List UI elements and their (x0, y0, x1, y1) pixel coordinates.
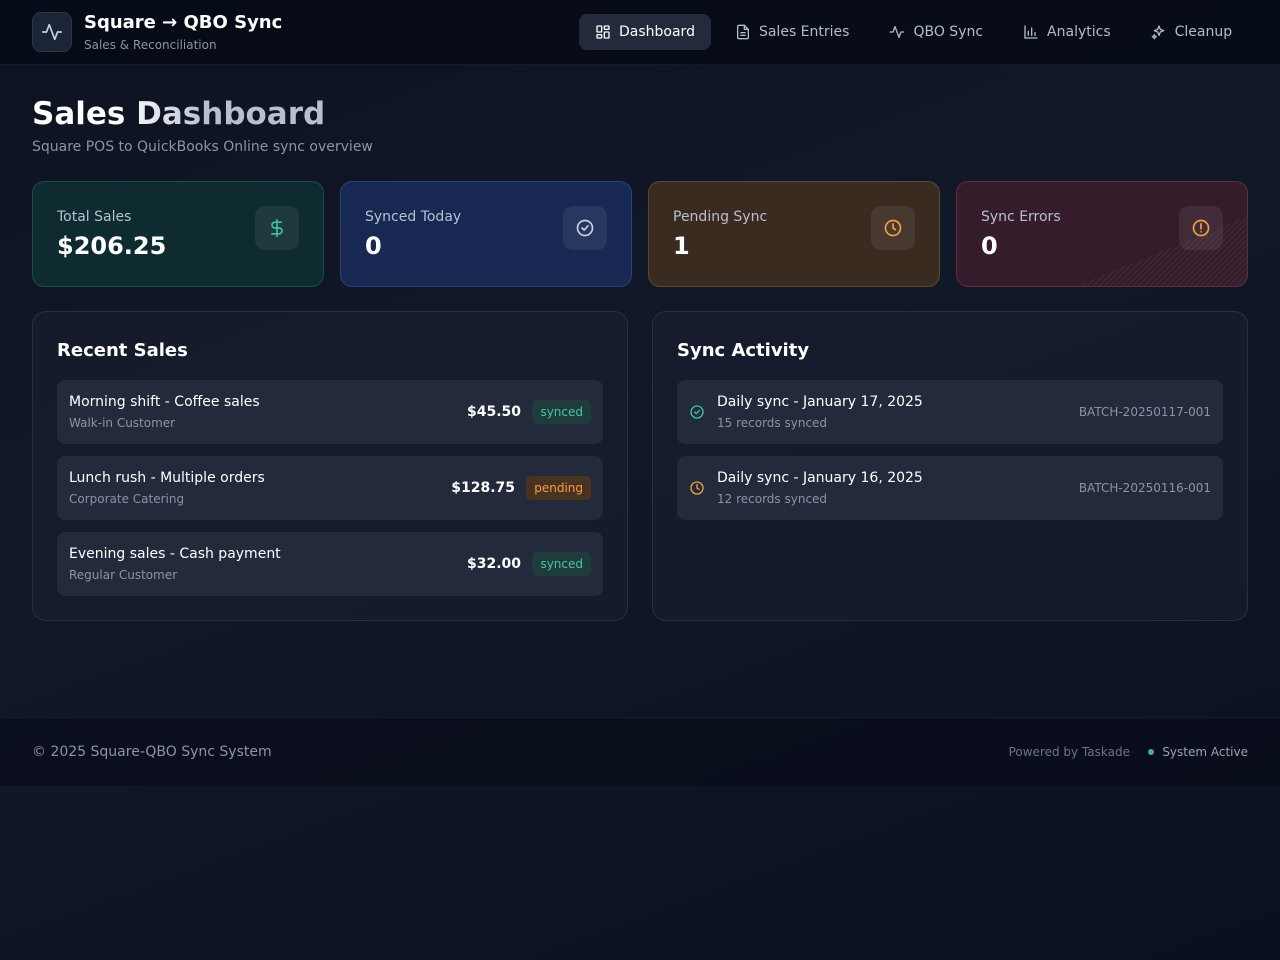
system-status: System Active (1148, 745, 1248, 759)
powered-by-link[interactable]: Powered by Taskade (1009, 745, 1130, 759)
batch-id: BATCH-20250117-001 (1078, 405, 1211, 419)
main-nav: Dashboard Sales Entries QBO Sync Analyti… (579, 14, 1248, 50)
stat-icon-box (563, 206, 607, 250)
app-title: Square → QBO Sync (84, 12, 283, 33)
sync-title: Daily sync - January 17, 2025 (717, 394, 923, 410)
sale-title: Evening sales - Cash payment (69, 546, 281, 562)
stat-label: Total Sales (57, 209, 132, 225)
stat-card-total-sales: Total Sales $206.25 (32, 181, 324, 287)
stat-label: Pending Sync (673, 209, 768, 225)
nav-analytics[interactable]: Analytics (1007, 14, 1127, 50)
copyright-text: © 2025 Square-QBO Sync System (32, 744, 272, 760)
file-text-icon (736, 24, 749, 40)
page-subtitle: Square POS to QuickBooks Online sync ove… (32, 139, 373, 155)
nav-dashboard-label: Dashboard (619, 24, 695, 40)
alert-circle-icon (1192, 219, 1210, 237)
sync-row[interactable]: Daily sync - January 17, 2025 15 records… (677, 380, 1223, 444)
sale-title: Morning shift - Coffee sales (69, 394, 260, 410)
sync-row[interactable]: Daily sync - January 16, 2025 12 records… (677, 456, 1223, 520)
app-subtitle: Sales & Reconciliation (84, 38, 217, 52)
stat-value: 0 (365, 232, 382, 260)
app-logo[interactable] (32, 12, 72, 52)
sale-customer: Corporate Catering (69, 492, 185, 506)
clock-icon (690, 481, 704, 495)
sync-records: 15 records synced (717, 416, 828, 430)
sync-activity-panel: Sync Activity Daily sync - January 17, 2… (652, 311, 1248, 621)
stat-value: $206.25 (57, 232, 167, 260)
grid-icon (596, 25, 610, 39)
activity-icon (42, 23, 62, 41)
nav-cleanup-label: Cleanup (1174, 24, 1233, 40)
sale-customer: Regular Customer (69, 568, 178, 582)
status-badge: pending (526, 476, 591, 500)
sale-amount: $128.75 (451, 480, 515, 496)
app-footer: © 2025 Square-QBO Sync System Powered by… (0, 717, 1280, 786)
sale-row[interactable]: Lunch rush - Multiple orders Corporate C… (57, 456, 603, 520)
bar-chart-icon (1024, 25, 1038, 39)
check-circle-icon (576, 219, 594, 237)
stat-value: 0 (981, 232, 998, 260)
nav-sales-entries[interactable]: Sales Entries (719, 14, 865, 50)
sale-row[interactable]: Morning shift - Coffee sales Walk-in Cus… (57, 380, 603, 444)
stat-icon-box (871, 206, 915, 250)
status-badge: synced (532, 552, 591, 576)
batch-id: BATCH-20250116-001 (1078, 481, 1211, 495)
nav-qbo-sync[interactable]: QBO Sync (873, 14, 999, 50)
check-circle-icon (690, 405, 704, 419)
sale-customer: Walk-in Customer (69, 416, 176, 430)
stat-card-sync-errors: Sync Errors 0 (956, 181, 1248, 287)
sync-title: Daily sync - January 16, 2025 (717, 470, 923, 486)
dollar-icon (271, 218, 283, 238)
recent-sales-panel: Recent Sales Morning shift - Coffee sale… (32, 311, 628, 621)
sparkles-icon (1151, 25, 1164, 40)
stat-card-synced-today: Synced Today 0 (340, 181, 632, 287)
stat-icon-box (255, 206, 299, 250)
stat-card-pending-sync: Pending Sync 1 (648, 181, 940, 287)
nav-cleanup[interactable]: Cleanup (1135, 14, 1249, 50)
sync-records: 12 records synced (717, 492, 828, 506)
stat-icon-box (1179, 206, 1223, 250)
app-header: Square → QBO Sync Sales & Reconciliation… (0, 0, 1280, 65)
status-badge: synced (532, 400, 591, 424)
nav-analytics-label: Analytics (1047, 24, 1111, 40)
nav-sales-entries-label: Sales Entries (758, 24, 850, 40)
sale-amount: $32.00 (466, 556, 521, 572)
status-dot-icon (1148, 749, 1155, 755)
panel-title: Recent Sales (57, 340, 188, 361)
stat-label: Sync Errors (981, 209, 1061, 225)
sale-title: Lunch rush - Multiple orders (69, 470, 265, 486)
sale-row[interactable]: Evening sales - Cash payment Regular Cus… (57, 532, 603, 596)
page-title: Sales Dashboard (32, 96, 326, 132)
sale-amount: $45.50 (466, 404, 521, 420)
activity-icon (890, 26, 905, 38)
clock-icon (884, 219, 902, 237)
stat-label: Synced Today (365, 209, 462, 225)
system-status-label: System Active (1162, 745, 1248, 759)
nav-dashboard[interactable]: Dashboard (579, 14, 711, 50)
nav-qbo-sync-label: QBO Sync (913, 24, 984, 40)
stat-value: 1 (673, 232, 690, 260)
panel-title: Sync Activity (677, 340, 810, 361)
